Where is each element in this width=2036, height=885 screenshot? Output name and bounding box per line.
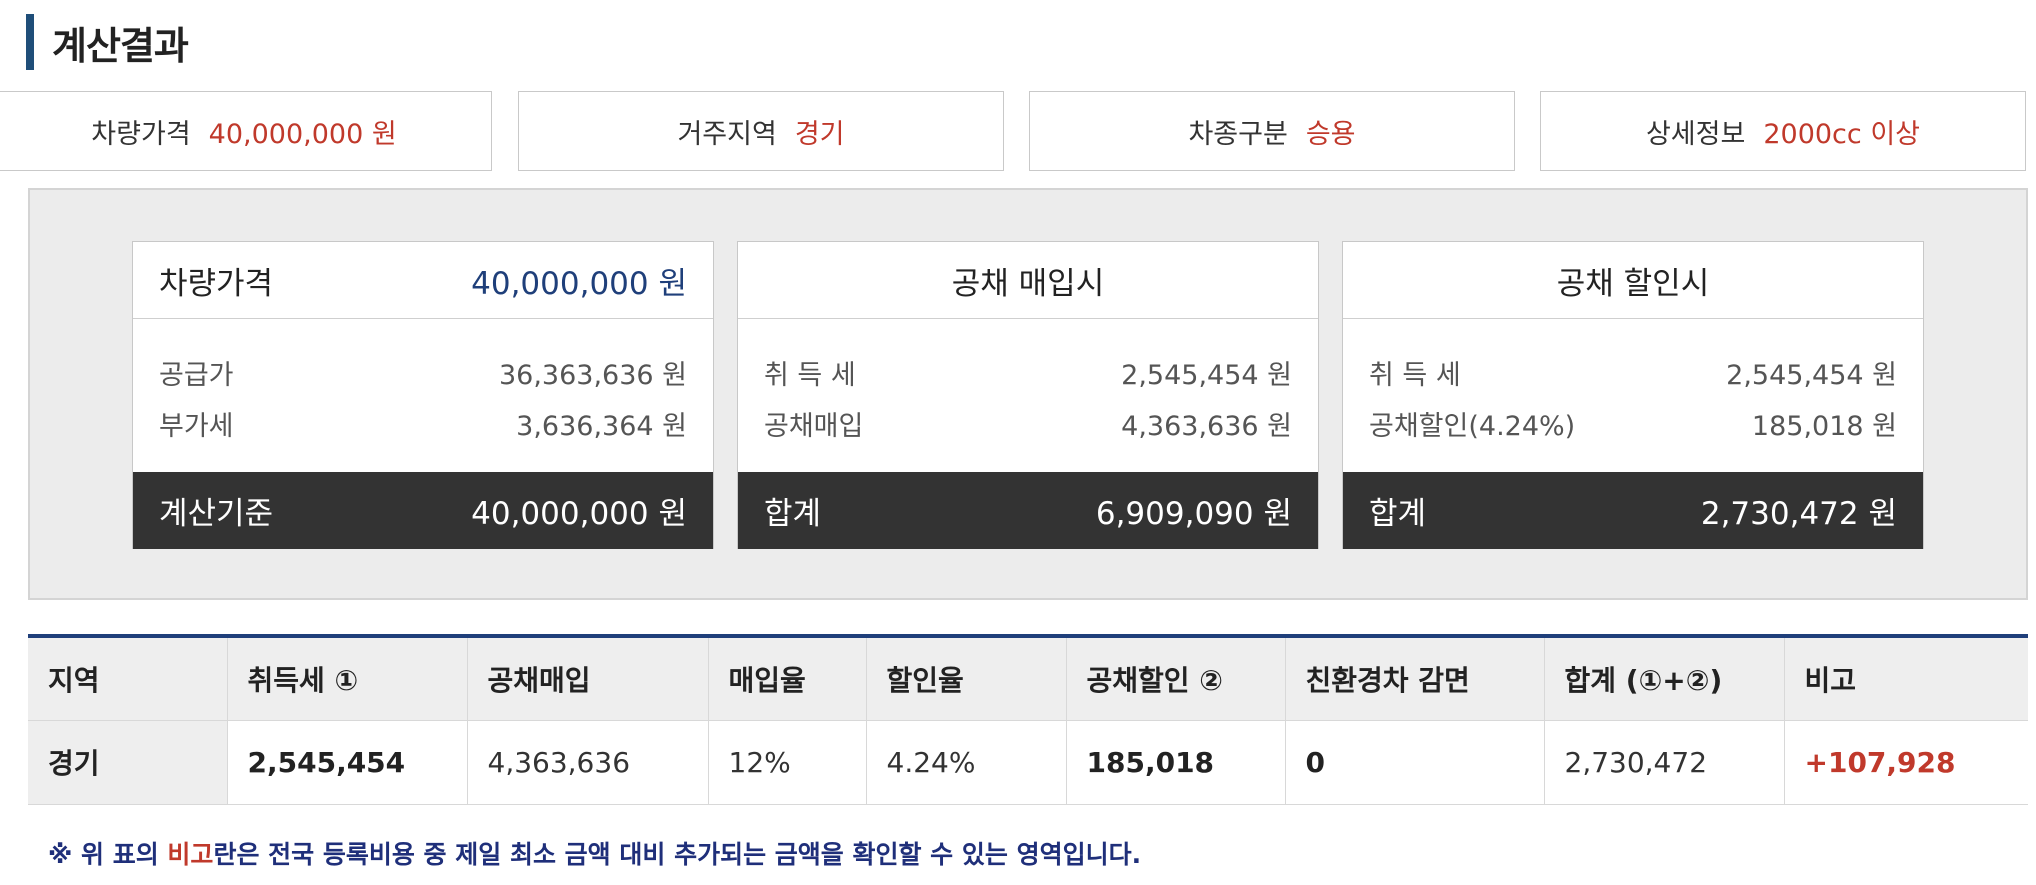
- cell-region: 경기: [28, 720, 227, 805]
- condition-value: 승용: [1305, 118, 1356, 150]
- card-header: 차량가격 40,000,000 원: [133, 242, 713, 319]
- card-body: 취 득 세 2,545,454 원 공채할인(4.24%) 185,018 원: [1343, 319, 1923, 472]
- table-row: 경기 2,545,454 4,363,636 12% 4.24% 185,018…: [28, 720, 2028, 805]
- condition-vehicle-price: 차량가격 40,000,000 원: [0, 91, 492, 171]
- footnote-prefix: ※ 위 표의: [48, 840, 168, 869]
- condition-value: 경기: [794, 118, 845, 150]
- col-header-eco-reduction: 친환경차 감면: [1284, 636, 1544, 721]
- row-label: 취 득 세: [764, 360, 856, 391]
- row-value: 2,545,454 원: [1726, 360, 1897, 391]
- card-header: 공채 할인시: [1343, 242, 1923, 319]
- card-header-label: 공채 할인시: [1556, 265, 1710, 302]
- card-row: 공채할인(4.24%) 185,018 원: [1369, 398, 1897, 449]
- card-bond-discount: 공채 할인시 취 득 세 2,545,454 원 공채할인(4.24%) 185…: [1342, 241, 1924, 549]
- card-row: 취 득 세 2,545,454 원: [764, 347, 1292, 398]
- table-header-row: 지역 취득세 ① 공채매입 매입율 할인율 공채할인 ② 친환경차 감면 합계 …: [28, 636, 2028, 721]
- cell-remark: +107,928: [1783, 720, 2028, 805]
- condition-value: 2000cc 이상: [1763, 118, 1921, 150]
- col-header-region: 지역: [28, 636, 227, 721]
- card-footer: 합계 2,730,472 원: [1343, 472, 1923, 549]
- col-header-bond-purchase: 공채매입: [466, 636, 708, 721]
- col-header-purchase-rate: 매입율: [707, 636, 866, 721]
- row-label: 부가세: [159, 411, 234, 442]
- result-table: 지역 취득세 ① 공채매입 매입율 할인율 공채할인 ② 친환경차 감면 합계 …: [28, 634, 2028, 805]
- col-header-bond-discount: 공채할인 ②: [1065, 636, 1285, 721]
- row-value: 4,363,636 원: [1121, 411, 1292, 442]
- footer-label: 계산기준: [159, 496, 274, 532]
- row-label: 공채매입: [764, 411, 864, 442]
- title-accent-bar: [26, 14, 34, 70]
- cell-bond-discount: 185,018: [1065, 720, 1285, 805]
- col-header-acquisition-tax: 취득세 ①: [226, 636, 467, 721]
- calculation-panel: 차량가격 40,000,000 원 공급가 36,363,636 원 부가세 3…: [28, 188, 2028, 600]
- cell-eco-reduction: 0: [1284, 720, 1544, 805]
- condition-region: 거주지역 경기: [518, 91, 1004, 171]
- card-vehicle-price: 차량가격 40,000,000 원 공급가 36,363,636 원 부가세 3…: [132, 241, 714, 549]
- row-value: 36,363,636 원: [498, 360, 687, 391]
- card-header-value: 40,000,000 원: [471, 265, 687, 302]
- cell-purchase-rate: 12%: [707, 720, 866, 805]
- card-header: 공채 매입시: [738, 242, 1318, 319]
- card-row: 취 득 세 2,545,454 원: [1369, 347, 1897, 398]
- row-value: 185,018 원: [1751, 411, 1897, 442]
- footnote: ※ 위 표의 비고란은 전국 등록비용 중 제일 최소 금액 대비 추가되는 금…: [48, 835, 1141, 871]
- cell-bond-purchase: 4,363,636: [466, 720, 708, 805]
- condition-label: 상세정보: [1645, 118, 1746, 150]
- card-body: 공급가 36,363,636 원 부가세 3,636,364 원: [133, 319, 713, 472]
- card-footer: 합계 6,909,090 원: [738, 472, 1318, 549]
- col-header-total: 합계 (①+②): [1543, 636, 1784, 721]
- footer-label: 합계: [1369, 496, 1427, 532]
- condition-label: 차량가격: [91, 118, 191, 150]
- col-header-discount-rate: 할인율: [865, 636, 1066, 721]
- condition-vehicle-type: 차종구분 승용: [1029, 91, 1515, 171]
- row-value: 3,636,364 원: [516, 411, 687, 442]
- cell-total: 2,730,472: [1543, 720, 1784, 805]
- card-row: 공채매입 4,363,636 원: [764, 398, 1292, 449]
- card-row: 부가세 3,636,364 원: [159, 398, 687, 449]
- footer-value: 6,909,090 원: [1095, 496, 1292, 532]
- condition-detail: 상세정보 2000cc 이상: [1540, 91, 2026, 171]
- card-footer: 계산기준 40,000,000 원: [133, 472, 713, 549]
- section-title: 계산결과: [26, 14, 189, 70]
- footer-value: 40,000,000 원: [471, 496, 687, 532]
- card-header-label: 공채 매입시: [951, 265, 1105, 302]
- footer-value: 2,730,472 원: [1700, 496, 1897, 532]
- footnote-suffix: 란은 전국 등록비용 중 제일 최소 금액 대비 추가되는 금액을 확인할 수 …: [213, 840, 1142, 869]
- row-label: 공급가: [159, 360, 234, 391]
- card-body: 취 득 세 2,545,454 원 공채매입 4,363,636 원: [738, 319, 1318, 472]
- condition-label: 거주지역: [677, 118, 777, 150]
- condition-summary: 차량가격 40,000,000 원 거주지역 경기 차종구분 승용 상세정보 2…: [0, 91, 2036, 171]
- footnote-highlight: 비고: [167, 840, 214, 869]
- row-value: 2,545,454 원: [1121, 360, 1292, 391]
- row-label: 공채할인(4.24%): [1369, 411, 1576, 442]
- condition-label: 차종구분: [1188, 118, 1288, 150]
- card-row: 공급가 36,363,636 원: [159, 347, 687, 398]
- card-bond-purchase: 공채 매입시 취 득 세 2,545,454 원 공채매입 4,363,636 …: [737, 241, 1319, 549]
- footer-label: 합계: [764, 496, 822, 532]
- cell-acquisition-tax: 2,545,454: [226, 720, 467, 805]
- condition-value: 40,000,000 원: [208, 118, 397, 150]
- card-header-label: 차량가격: [159, 265, 274, 302]
- cell-discount-rate: 4.24%: [865, 720, 1066, 805]
- col-header-remark: 비고: [1783, 636, 2028, 721]
- row-label: 취 득 세: [1369, 360, 1461, 391]
- section-title-text: 계산결과: [52, 23, 189, 68]
